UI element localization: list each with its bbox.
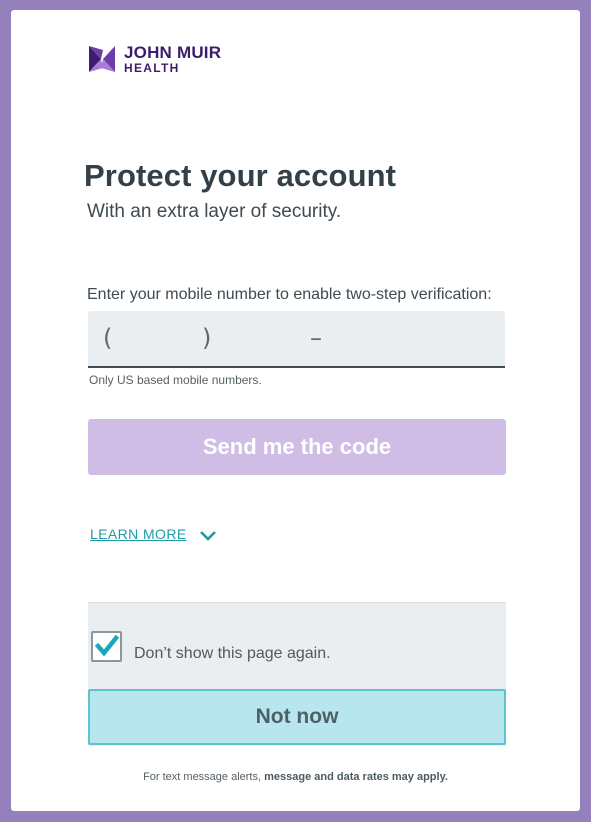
logo-line-1: JOHN MUIR (124, 43, 222, 62)
learn-more-link[interactable]: LEARN MORE (90, 526, 187, 542)
send-code-button[interactable]: Send me the code (88, 419, 506, 475)
john-muir-health-logo: JOHN MUIR HEALTH (87, 44, 221, 74)
page-subtitle: With an extra layer of security. (87, 201, 342, 222)
dont-show-label[interactable]: Don’t show this page again. (134, 645, 331, 663)
checkmark-icon (94, 634, 120, 657)
dont-show-panel: Don’t show this page again. Not now (88, 602, 506, 746)
phone-helper-text: Only US based mobile numbers. (89, 373, 262, 387)
not-now-button[interactable]: Not now (88, 689, 506, 745)
phone-field-label: Enter your mobile number to enable two-s… (87, 286, 492, 303)
butterfly-logo-icon (89, 46, 115, 72)
learn-more-toggle[interactable]: LEARN MORE (90, 526, 217, 542)
number-separator-dash: – (310, 324, 322, 352)
footer-disclaimer-text: For text message alerts, (143, 771, 265, 783)
footer-disclaimer-bold: message and data rates may apply. (264, 771, 448, 783)
logo-line-2: HEALTH (124, 61, 180, 75)
verification-card: JOHN MUIR HEALTH Protect your account Wi… (11, 10, 580, 811)
footer-disclaimer: For text message alerts, message and dat… (11, 771, 580, 783)
chevron-down-icon[interactable] (199, 530, 217, 542)
dont-show-checkbox[interactable] (91, 631, 122, 662)
page-title: Protect your account (84, 158, 397, 193)
area-code-open-paren: ( (103, 324, 113, 352)
area-code-close-paren: ) (202, 324, 212, 352)
mobile-number-input[interactable]: ( ) – (88, 311, 505, 368)
